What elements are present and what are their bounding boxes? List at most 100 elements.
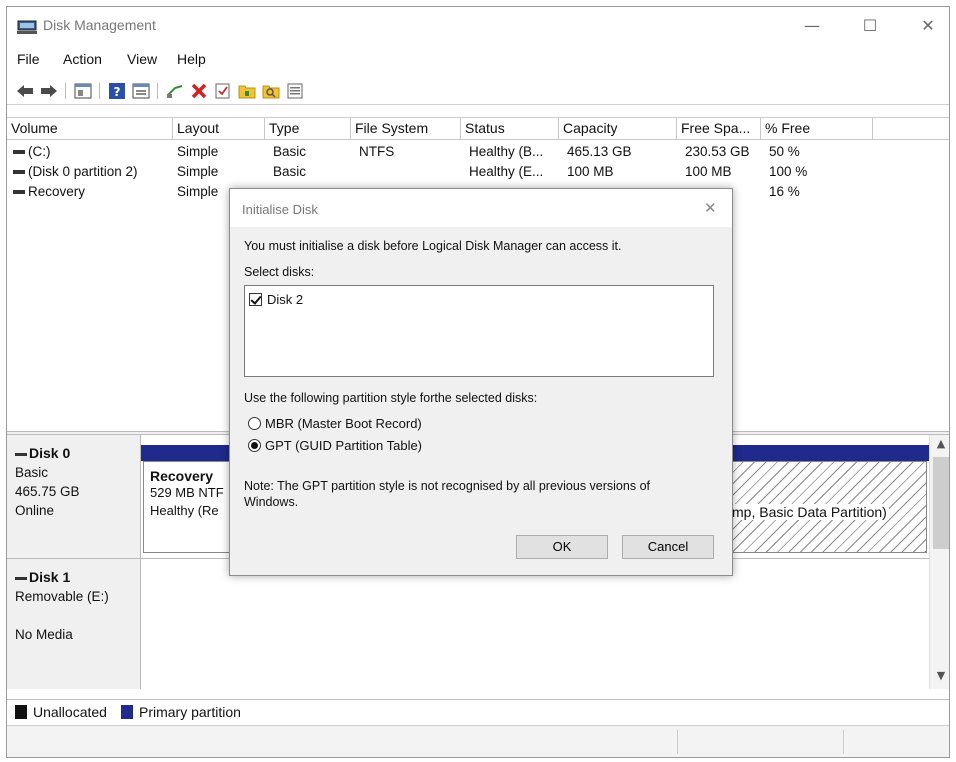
menu-view[interactable]: View [127,51,157,67]
delete-icon[interactable] [189,81,209,101]
folder-icon[interactable] [237,81,257,101]
help-icon[interactable]: ? [107,81,127,101]
unallocated-swatch [15,705,27,719]
minimize-button[interactable]: — [797,15,827,37]
disk-0-label[interactable]: Disk 0 Basic 465.75 GB Online [7,435,141,558]
volume-name: (Disk 0 partition 2) [13,162,173,182]
scroll-up-icon[interactable]: ▲ [930,437,949,455]
legend-unallocated: Unallocated [15,704,107,720]
disk-map-scrollbar[interactable]: ▲ ▼ [929,435,949,689]
disk-1-name: Disk 1 [15,569,140,585]
volume-row-c[interactable]: (C:) Simple Basic NTFS Healthy (B... 465… [7,142,949,162]
folder-search-icon[interactable] [261,81,281,101]
volume-capacity: 100 MB [567,164,614,179]
volume-percent-free: 16 % [769,184,800,199]
close-button[interactable]: ✕ [913,15,943,37]
volume-layout: Simple [177,144,219,159]
disk-1-spacer [15,606,140,625]
column-capacity[interactable]: Capacity [559,118,677,140]
volume-file-system: NTFS [359,144,395,159]
disk-2-item[interactable]: Disk 2 [249,292,303,307]
console-tree-icon[interactable] [73,81,93,101]
column-type[interactable]: Type [265,118,351,140]
primary-partition-swatch [121,705,133,719]
legend-primary-partition: Primary partition [121,704,241,720]
disk-1-media: No Media [15,627,73,642]
svg-text:?: ? [114,85,121,99]
disk-listbox[interactable]: Disk 2 [244,285,714,377]
dialog-intro-text: You must initialise a disk before Logica… [244,239,622,253]
disk-1-row[interactable]: Disk 1 Removable (E:) No Media [7,559,929,689]
connect-icon[interactable] [165,81,185,101]
volume-percent-free: 50 % [769,144,800,159]
volume-layout: Simple [177,184,219,199]
status-divider [677,730,678,754]
disk-0-type: Basic [15,465,49,480]
volume-type: Basic [273,164,307,179]
dialog-title: Initialise Disk [242,202,318,217]
menu-file[interactable]: File [17,51,40,67]
disk-2-checkbox[interactable] [249,293,262,306]
cancel-button[interactable]: Cancel [622,535,714,559]
ok-button[interactable]: OK [516,535,608,559]
volume-free-space: 230.53 GB [685,144,750,159]
scroll-thumb[interactable] [933,457,949,549]
volume-name: (C:) [13,142,173,162]
volume-icon [13,150,25,155]
disk-icon [15,452,27,456]
mbr-option[interactable]: MBR (Master Boot Record) [248,416,422,431]
toolbar: ? [7,77,949,105]
initialise-disk-dialog: Initialise Disk ✕ You must initialise a … [229,188,733,576]
maximize-button[interactable]: ☐ [855,15,885,37]
volume-layout: Simple [177,164,219,179]
gpt-note-line2: Windows. [244,495,299,509]
menu-action[interactable]: Action [63,51,102,67]
volume-status: Healthy (E... [469,164,544,179]
volume-percent-free: 100 % [769,164,808,179]
volume-name: Recovery [13,182,173,202]
disk-management-app-icon [17,20,37,34]
data-partition-label: mp, Basic Data Partition) [730,504,889,520]
gpt-option[interactable]: GPT (GUID Partition Table) [248,438,422,453]
volume-icon [13,170,25,175]
title-bar: Disk Management — ☐ ✕ [7,7,949,45]
column-volume[interactable]: Volume [7,118,173,140]
column-percent-free[interactable]: % Free [761,118,873,140]
mbr-radio[interactable] [248,417,261,430]
legend: Unallocated Primary partition [7,699,949,723]
gpt-radio[interactable] [248,439,261,452]
disk-1-type: Removable (E:) [15,589,109,604]
back-arrow-icon[interactable] [15,81,35,101]
volume-row-disk0-partition2[interactable]: (Disk 0 partition 2) Simple Basic Health… [7,162,949,182]
list-icon[interactable] [285,81,305,101]
column-free-space[interactable]: Free Spa... [677,118,761,140]
disk-1-label[interactable]: Disk 1 Removable (E:) No Media [7,559,141,689]
disk-0-name: Disk 0 [15,445,140,461]
gpt-note-line1: Note: The GPT partition style is not rec… [244,479,650,493]
status-divider [843,730,844,754]
dialog-title-bar: Initialise Disk ✕ [230,189,732,227]
forward-arrow-icon[interactable] [39,81,59,101]
volume-capacity: 465.13 GB [567,144,632,159]
volume-type: Basic [273,144,307,159]
volume-list-header: Volume Layout Type File System Status Ca… [7,118,949,140]
column-file-system[interactable]: File System [351,118,461,140]
check-icon[interactable] [213,81,233,101]
disk-0-size: 465.75 GB [15,484,80,499]
properties-icon[interactable] [131,81,151,101]
scroll-down-icon[interactable]: ▼ [930,669,949,687]
status-bar [7,725,949,757]
disk-2-label: Disk 2 [267,292,304,307]
mbr-label: MBR (Master Boot Record) [265,416,422,431]
partition-style-label: Use the following partition style forthe… [244,391,538,405]
column-layout[interactable]: Layout [173,118,265,140]
toolbar-separator [65,83,66,99]
volume-free-space: 100 MB [685,164,732,179]
disk-0-state: Online [15,503,55,518]
column-status[interactable]: Status [461,118,559,140]
menu-bar: File Action View Help [7,45,949,73]
gpt-label: GPT (GUID Partition Table) [265,438,423,453]
volume-icon [13,190,25,195]
menu-help[interactable]: Help [177,51,206,67]
dialog-close-icon[interactable]: ✕ [704,199,717,217]
